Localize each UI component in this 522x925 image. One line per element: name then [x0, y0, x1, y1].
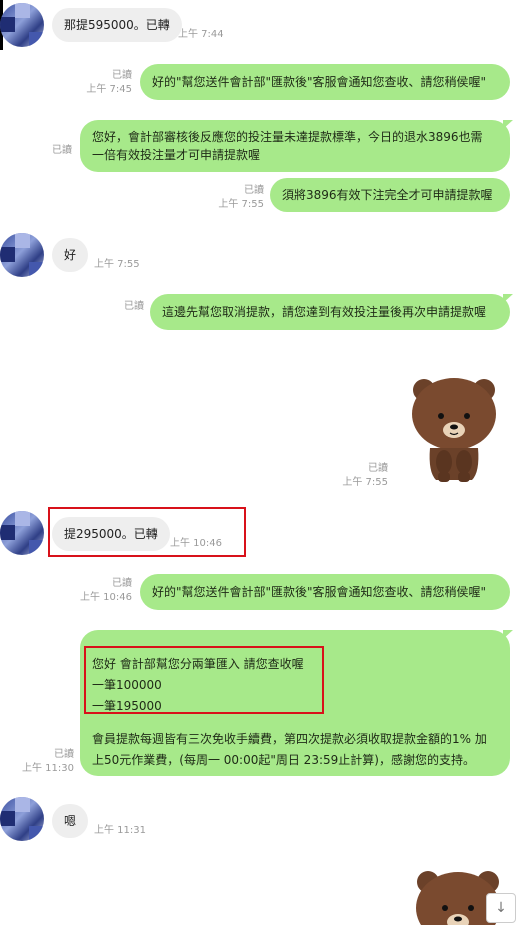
message-text: 須將3896有效下注完全才可申請提款喔 [282, 188, 493, 202]
message-bubble: 您好，會計部審核後反應您的投注量未達提款標準，今日的退水3896也需 一倍有效投… [80, 120, 510, 172]
message-bubble: 好 [52, 238, 89, 272]
read-status: 已讀 上午 7:55 [218, 185, 264, 210]
read-status: 已讀 上午 7:55 [342, 463, 388, 488]
read-status: 已讀 [124, 301, 144, 312]
message-bubble: 好的"幫您送件會計部"匯款後"客服會通知您查收、請您稍侯喔" [140, 64, 510, 100]
message-time: 上午 7:44 [178, 29, 224, 40]
message-bubble: 好的"幫您送件會計部"匯款後"客服會通知您查收、請您稍侯喔" [140, 574, 510, 610]
highlight-box [48, 507, 246, 557]
read-status: 已讀 上午 11:30 [22, 749, 74, 774]
avatar[interactable] [0, 233, 44, 277]
brown-bear-sticker[interactable] [408, 372, 500, 484]
bubble-tail [503, 120, 513, 129]
message-text: 嗯 [64, 814, 77, 828]
message-text: 好的"幫您送件會計部"匯款後"客服會通知您查收、請您稍侯喔" [152, 75, 487, 89]
message-text: 會員提款每週皆有三次免收手續費，第四次提款必須收取提款金額的1% 加 [92, 732, 487, 746]
avatar[interactable] [0, 511, 44, 555]
message-bubble: 嗯 [52, 804, 89, 838]
message-bubble: 須將3896有效下注完全才可申請提款喔 [270, 178, 510, 212]
bubble-tail [503, 630, 513, 639]
avatar[interactable] [0, 797, 44, 841]
highlight-box [84, 646, 324, 714]
message-text: 好的"幫您送件會計部"匯款後"客服會通知您查收、請您稍侯喔" [152, 585, 487, 599]
avatar[interactable] [0, 3, 44, 47]
bubble-tail [503, 294, 513, 303]
message-text: 那提595000。已轉 [64, 18, 170, 32]
read-status: 已讀 [52, 145, 72, 156]
message-bubble: 那提595000。已轉 [52, 8, 182, 42]
read-status: 已讀 上午 7:45 [86, 70, 132, 95]
arrow-down-icon: ↓ [495, 900, 507, 916]
message-text: 好 [64, 248, 77, 262]
message-time: 上午 11:31 [94, 825, 146, 836]
message-text: 一倍有效投注量才可申請提款喔 [92, 148, 261, 162]
message-time: 上午 7:55 [94, 259, 140, 270]
message-text: 您好，會計部審核後反應您的投注量未達提款標準，今日的退水3896也需 [92, 130, 483, 144]
scroll-down-button[interactable]: ↓ [486, 893, 516, 923]
message-text: 上50元作業費，(每周一 00:00起"周日 23:59止計算)，感謝您的支持。 [92, 753, 475, 767]
message-text: 這邊先幫您取消提款，請您達到有效投注量後再次申請提款喔 [162, 305, 487, 319]
message-bubble: 這邊先幫您取消提款，請您達到有效投注量後再次申請提款喔 [150, 294, 510, 330]
read-status: 已讀 上午 10:46 [80, 578, 132, 603]
